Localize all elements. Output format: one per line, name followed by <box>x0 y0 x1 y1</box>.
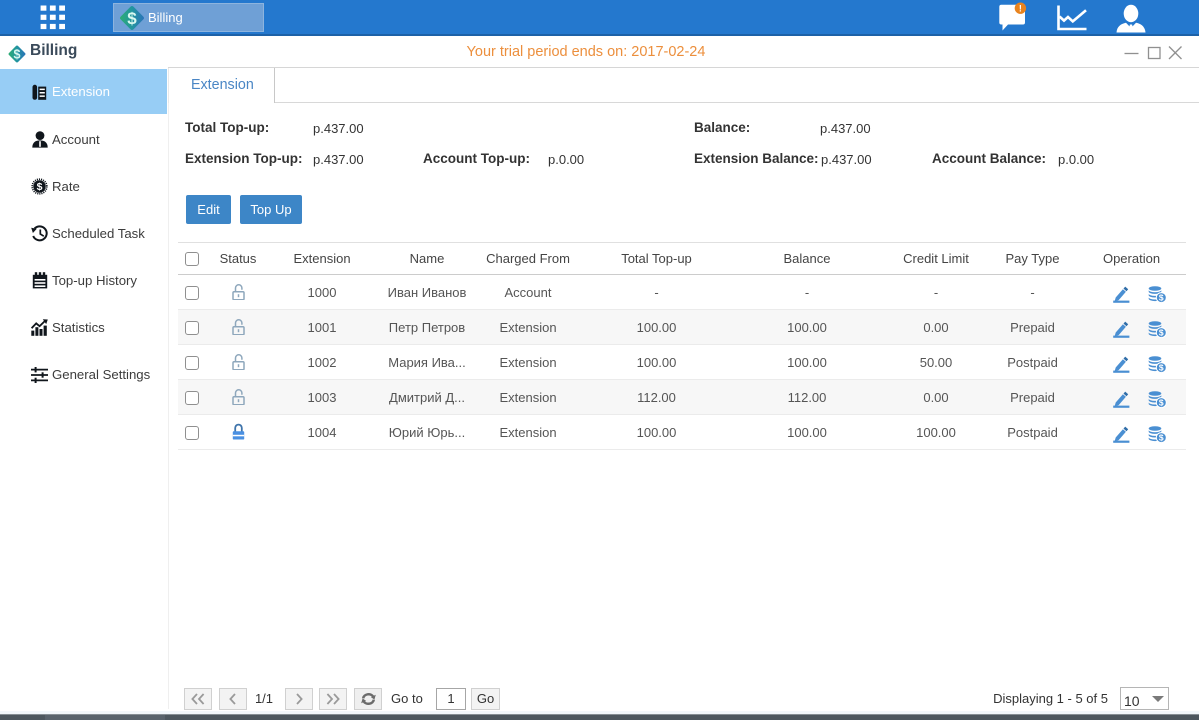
svg-text:$: $ <box>1159 363 1164 373</box>
svg-text:$: $ <box>1159 293 1164 303</box>
svg-text:$: $ <box>1159 328 1164 338</box>
svg-text:$: $ <box>37 181 43 193</box>
svg-text:$: $ <box>1159 398 1164 408</box>
svg-text:!: ! <box>1019 3 1022 13</box>
svg-text:$: $ <box>127 9 137 28</box>
svg-text:$: $ <box>1159 433 1164 443</box>
